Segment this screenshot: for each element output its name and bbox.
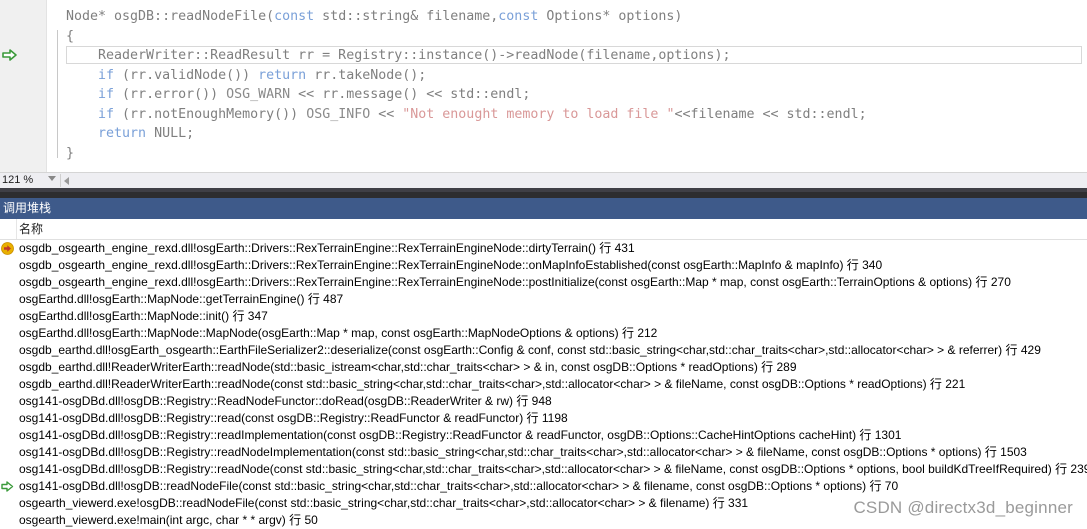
code-lines[interactable]: Node* osgDB::readNodeFile(const std::str… xyxy=(66,7,867,163)
frame-name: osg141-osgDBd.dll!osgDB::Registry::readN… xyxy=(19,445,1027,459)
frame-name: osgEarthd.dll!osgEarth::MapNode::getTerr… xyxy=(19,292,344,306)
frame-name: osg141-osgDBd.dll!osgDB::readNodeFile(co… xyxy=(19,479,899,493)
code-keyword: return xyxy=(258,67,307,83)
callstack-frame-row[interactable]: osgdb_earthd.dll!osgEarth_osgearth::Eart… xyxy=(0,342,1087,359)
code-text: rr.takeNode(); xyxy=(306,67,427,83)
code-line[interactable]: { xyxy=(66,27,867,47)
code-text: Node* osgDB::readNodeFile( xyxy=(66,9,275,24)
callstack-frame-row[interactable]: osgdb_earthd.dll!ReaderWriterEarth::read… xyxy=(0,376,1087,393)
callstack-frame-row[interactable]: osg141-osgDBd.dll!osgDB::Registry::ReadN… xyxy=(0,393,1087,410)
frame-name: osgEarthd.dll!osgEarth::MapNode::MapNode… xyxy=(19,326,658,340)
editor-gutter[interactable] xyxy=(0,0,47,172)
callstack-panel-title[interactable]: 调用堆栈 xyxy=(0,198,1087,219)
code-string: "Not enought memory to load file " xyxy=(402,106,675,122)
code-text: (rr.error()) xyxy=(114,87,227,102)
code-text: (rr.notEnoughMemory()) xyxy=(114,106,307,122)
code-text: << rr.message() << std::endl; xyxy=(290,87,531,102)
code-text: std::string& filename, xyxy=(314,9,499,24)
code-text: (rr.validNode()) xyxy=(114,67,259,83)
watermark: CSDN @directx3d_beginner xyxy=(853,498,1073,517)
callstack-frame-row[interactable]: osg141-osgDBd.dll!osgDB::readNodeFile(co… xyxy=(0,478,1087,495)
frame-name: osg141-osgDBd.dll!osgDB::Registry::readI… xyxy=(19,428,902,442)
code-macro: OSG_WARN xyxy=(226,87,291,102)
zoom-level[interactable]: 121 % xyxy=(0,173,46,188)
code-line[interactable]: if (rr.notEnoughMemory()) OSG_INFO << "N… xyxy=(66,105,867,125)
code-line[interactable]: } xyxy=(66,144,867,164)
callstack-frame-row[interactable]: osgdb_osgearth_engine_rexd.dll!osgEarth:… xyxy=(0,257,1087,274)
frame-name: osgdb_earthd.dll!osgEarth_osgearth::Eart… xyxy=(19,343,1041,357)
callstack-frame-row[interactable]: osg141-osgDBd.dll!osgDB::Registry::readN… xyxy=(0,444,1087,461)
frame-name: osgdb_earthd.dll!ReaderWriterEarth::read… xyxy=(19,360,797,374)
code-text: << xyxy=(370,106,403,122)
call-site-icon xyxy=(1,481,14,492)
callstack-frame-row[interactable]: osgEarthd.dll!osgEarth::MapNode::init() … xyxy=(0,308,1087,325)
frame-name: osgdb_osgearth_engine_rexd.dll!osgEarth:… xyxy=(19,241,635,255)
code-macro: OSG_INFO xyxy=(306,106,371,122)
callstack-frame-row[interactable]: osgEarthd.dll!osgEarth::MapNode::MapNode… xyxy=(0,325,1087,342)
splitter-edge xyxy=(0,188,1087,192)
code-text: { xyxy=(66,28,75,44)
code-keyword: const xyxy=(274,9,315,24)
code-keyword: const xyxy=(498,9,539,24)
callstack-list[interactable]: osgdb_osgearth_engine_rexd.dll!osgEarth:… xyxy=(0,240,1087,529)
code-text: Options* options) xyxy=(538,9,683,24)
frame-name: osg141-osgDBd.dll!osgDB::Registry::ReadN… xyxy=(19,394,552,408)
code-keyword: if xyxy=(98,67,115,83)
code-line[interactable]: Node* osgDB::readNodeFile(const std::str… xyxy=(66,7,867,27)
current-frame-icon xyxy=(1,242,14,255)
frame-name: osgEarthd.dll!osgEarth::MapNode::init() … xyxy=(19,309,268,323)
editor-status-strip: 121 % xyxy=(0,172,1087,189)
divider xyxy=(60,174,61,187)
code-text: } xyxy=(66,145,75,161)
callstack-frame-row[interactable]: osgEarthd.dll!osgEarth::MapNode::getTerr… xyxy=(0,291,1087,308)
frame-name: osgdb_earthd.dll!ReaderWriterEarth::read… xyxy=(19,377,966,391)
icon-column-header[interactable] xyxy=(0,219,17,239)
outline-margin xyxy=(47,0,61,172)
code-line[interactable]: return NULL; xyxy=(66,124,867,144)
scope-guide-line xyxy=(57,30,58,158)
callstack-frame-row[interactable]: osgdb_osgearth_engine_rexd.dll!osgEarth:… xyxy=(0,274,1087,291)
code-text: NULL; xyxy=(146,126,195,141)
zoom-dropdown-icon[interactable] xyxy=(48,176,56,181)
code-line[interactable]: if (rr.error()) OSG_WARN << rr.message()… xyxy=(66,85,867,105)
frame-name: osg141-osgDBd.dll!osgDB::Registry::readN… xyxy=(19,462,1087,476)
callstack-frame-row[interactable]: osg141-osgDBd.dll!osgDB::Registry::readI… xyxy=(0,427,1087,444)
code-text: <<filename << std::endl; xyxy=(674,106,867,122)
frame-name: osgdb_osgearth_engine_rexd.dll!osgEarth:… xyxy=(19,275,1011,289)
code-keyword: if xyxy=(98,106,115,122)
scroll-left-icon[interactable] xyxy=(64,177,69,185)
frame-name: osgearth_viewerd.exe!main(int argc, char… xyxy=(19,513,318,527)
callstack-frame-row[interactable]: osgdb_earthd.dll!ReaderWriterEarth::read… xyxy=(0,359,1087,376)
code-keyword: return xyxy=(98,126,147,141)
code-line[interactable]: ReaderWriter::ReadResult rr = Registry::… xyxy=(66,46,867,66)
frame-name: osg141-osgDBd.dll!osgDB::Registry::read(… xyxy=(19,411,568,425)
code-keyword: if xyxy=(98,87,115,102)
frame-name: osgdb_osgearth_engine_rexd.dll!osgEarth:… xyxy=(19,258,883,272)
code-line[interactable]: if (rr.validNode()) return rr.takeNode()… xyxy=(66,66,867,86)
callstack-frame-row[interactable]: osg141-osgDBd.dll!osgDB::Registry::read(… xyxy=(0,410,1087,427)
call-site-arrow-icon xyxy=(2,49,17,61)
callstack-frame-row[interactable]: osgdb_osgearth_engine_rexd.dll!osgEarth:… xyxy=(0,240,1087,257)
callstack-grid-header: 名称 xyxy=(0,219,1087,240)
code-editor[interactable]: Node* osgDB::readNodeFile(const std::str… xyxy=(0,0,1087,172)
callstack-frame-row[interactable]: osg141-osgDBd.dll!osgDB::Registry::readN… xyxy=(0,461,1087,478)
frame-name: osgearth_viewerd.exe!osgDB::readNodeFile… xyxy=(19,496,749,510)
name-column-header[interactable]: 名称 xyxy=(19,219,43,239)
code-text: ReaderWriter::ReadResult rr = Registry::… xyxy=(66,48,731,63)
